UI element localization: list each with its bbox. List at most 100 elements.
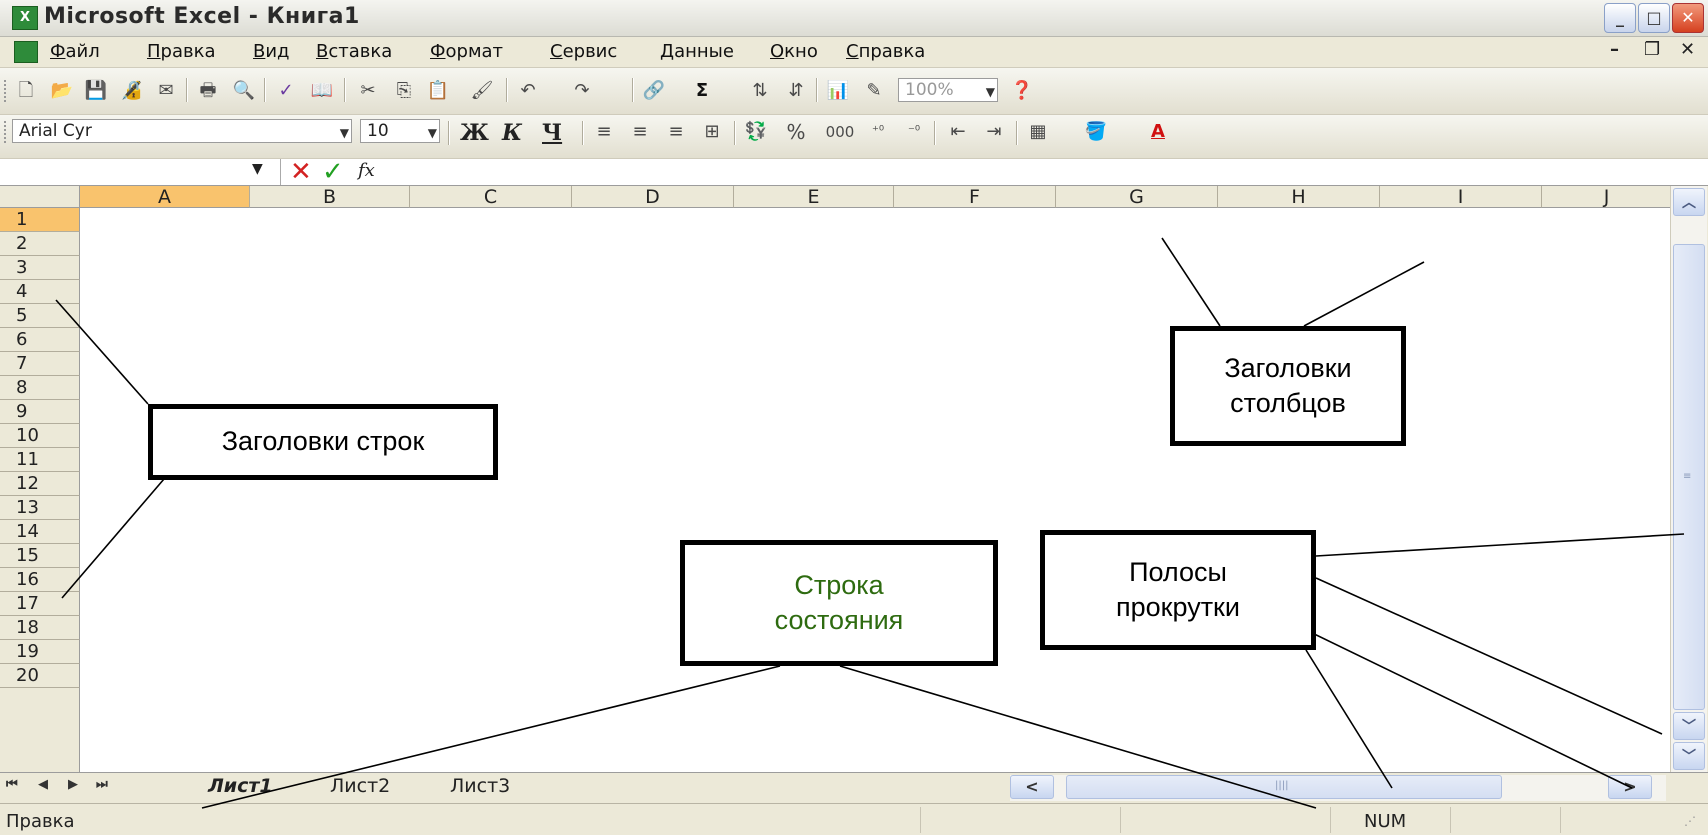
horizontal-scrollbar[interactable]: < |||| >	[1010, 775, 1666, 801]
increase-decimal-icon[interactable]: ⁺⁰	[866, 121, 890, 143]
font-size-select[interactable]: 10 ▼	[360, 119, 440, 143]
row-header[interactable]: 12	[0, 472, 80, 496]
sort-ascending-icon[interactable]: ⇅	[748, 80, 772, 102]
menu-edit[interactable]: Правка	[147, 41, 216, 62]
row-header[interactable]: 20	[0, 664, 80, 688]
row-header[interactable]: 11	[0, 448, 80, 472]
cut-icon[interactable]: ✂	[356, 80, 380, 102]
toolbar-grip[interactable]	[4, 121, 9, 143]
zoom-select[interactable]: 100% ▼	[898, 78, 998, 102]
spelling-icon[interactable]: ✓	[274, 80, 298, 102]
menu-data[interactable]: Данные	[660, 41, 734, 62]
row-header[interactable]: 3	[0, 256, 80, 280]
menu-help[interactable]: Справка	[846, 41, 925, 62]
italic-button[interactable]: К	[502, 120, 522, 146]
column-header[interactable]: B	[250, 186, 410, 208]
row-header[interactable]: 19	[0, 640, 80, 664]
fill-color-icon[interactable]: 🪣	[1084, 121, 1108, 143]
scroll-right-button[interactable]: >	[1608, 775, 1652, 799]
row-header[interactable]: 9	[0, 400, 80, 424]
column-header[interactable]: F	[894, 186, 1056, 208]
row-header[interactable]: 7	[0, 352, 80, 376]
undo-icon[interactable]: ↶	[516, 80, 540, 102]
drawing-icon[interactable]: ✎	[862, 80, 886, 102]
workbook-icon[interactable]	[14, 41, 38, 63]
enter-icon[interactable]: ✓	[322, 157, 344, 187]
print-icon[interactable]: 🖶	[196, 80, 220, 102]
column-header[interactable]: G	[1056, 186, 1218, 208]
increase-indent-icon[interactable]: ⇥	[982, 121, 1006, 143]
vertical-scrollbar[interactable]: ︿ ≡ ﹀ ﹀	[1670, 186, 1707, 772]
formula-input[interactable]	[390, 159, 1690, 185]
cell-area[interactable]	[80, 208, 1682, 776]
paste-icon[interactable]: 📋	[426, 80, 450, 102]
row-header[interactable]: 1	[0, 208, 80, 232]
next-sheet-icon[interactable]: ▶	[68, 777, 78, 792]
research-icon[interactable]: 📖	[310, 80, 334, 102]
insert-function-button[interactable]: fx	[358, 160, 375, 181]
help-icon[interactable]: ❓	[1010, 80, 1034, 102]
redo-icon[interactable]: ↷	[570, 80, 594, 102]
menu-insert[interactable]: Вставка	[316, 41, 392, 62]
underline-button[interactable]: Ч	[542, 120, 562, 146]
row-header[interactable]: 17	[0, 592, 80, 616]
toolbar-grip[interactable]	[4, 80, 9, 102]
prev-sheet-icon[interactable]: ◀	[38, 777, 48, 792]
sort-descending-icon[interactable]: ⇵	[784, 80, 808, 102]
row-header[interactable]: 16	[0, 568, 80, 592]
decrease-indent-icon[interactable]: ⇤	[946, 121, 970, 143]
merge-center-icon[interactable]: ⊞	[700, 121, 724, 143]
decrease-decimal-icon[interactable]: ⁻⁰	[902, 121, 926, 143]
horizontal-scroll-thumb[interactable]: ||||	[1066, 775, 1502, 799]
email-icon[interactable]: ✉	[154, 80, 178, 102]
align-center-icon[interactable]: ≡	[628, 121, 652, 143]
sheet-tab-3[interactable]: Лист3	[450, 775, 510, 797]
menu-window[interactable]: Окно	[770, 41, 818, 62]
align-left-icon[interactable]: ≡	[592, 121, 616, 143]
copy-icon[interactable]: ⎘	[392, 80, 416, 102]
row-header[interactable]: 13	[0, 496, 80, 520]
column-header[interactable]: H	[1218, 186, 1380, 208]
first-sheet-icon[interactable]: ⏮	[6, 777, 18, 792]
sheet-tab-1[interactable]: Лист1	[208, 775, 273, 797]
scroll-down-button[interactable]: ﹀	[1673, 712, 1705, 740]
column-header[interactable]: A	[80, 186, 250, 208]
resize-grip-icon[interactable]: ⋰	[1684, 814, 1696, 828]
scroll-left-button[interactable]: <	[1010, 775, 1054, 799]
autosum-icon[interactable]: Σ	[690, 80, 714, 102]
row-header[interactable]: 8	[0, 376, 80, 400]
row-header[interactable]: 18	[0, 616, 80, 640]
font-name-select[interactable]: Arial Cyr ▼	[12, 119, 352, 143]
row-header[interactable]: 14	[0, 520, 80, 544]
last-sheet-icon[interactable]: ⏭	[96, 777, 108, 792]
doc-minimize-button[interactable]: –	[1610, 39, 1619, 60]
thousands-button[interactable]: 000	[822, 121, 858, 143]
close-button[interactable]: ✕	[1672, 3, 1704, 33]
save-icon[interactable]: 💾	[84, 80, 108, 102]
column-header[interactable]: C	[410, 186, 572, 208]
open-icon[interactable]: 📂	[50, 80, 74, 102]
print-preview-icon[interactable]: 🔍	[232, 80, 256, 102]
minimize-button[interactable]: _	[1604, 3, 1636, 33]
column-header[interactable]: J	[1542, 186, 1672, 208]
align-right-icon[interactable]: ≡	[664, 121, 688, 143]
column-header[interactable]: D	[572, 186, 734, 208]
menu-view[interactable]: Вид	[253, 41, 290, 62]
doc-restore-button[interactable]: ❐	[1644, 39, 1660, 60]
row-header[interactable]: 10	[0, 424, 80, 448]
doc-close-button[interactable]: ✕	[1680, 39, 1695, 60]
scroll-down-button-2[interactable]: ﹀	[1673, 742, 1705, 770]
new-icon[interactable]: 🗋	[14, 80, 38, 102]
vertical-scroll-thumb[interactable]: ≡	[1673, 244, 1705, 710]
borders-icon[interactable]: ▦	[1026, 121, 1050, 143]
hyperlink-icon[interactable]: 🔗	[642, 80, 666, 102]
menu-file[interactable]: Файл	[50, 41, 100, 62]
maximize-button[interactable]: □	[1638, 3, 1670, 33]
row-header[interactable]: 15	[0, 544, 80, 568]
font-color-icon[interactable]: A	[1146, 121, 1170, 143]
format-painter-icon[interactable]: 🖌	[470, 80, 494, 102]
permission-icon[interactable]: 🔏	[120, 80, 144, 102]
scroll-up-button[interactable]: ︿	[1673, 188, 1705, 216]
menu-tools[interactable]: Сервис	[550, 41, 617, 62]
name-box[interactable]: ▼	[0, 159, 281, 185]
